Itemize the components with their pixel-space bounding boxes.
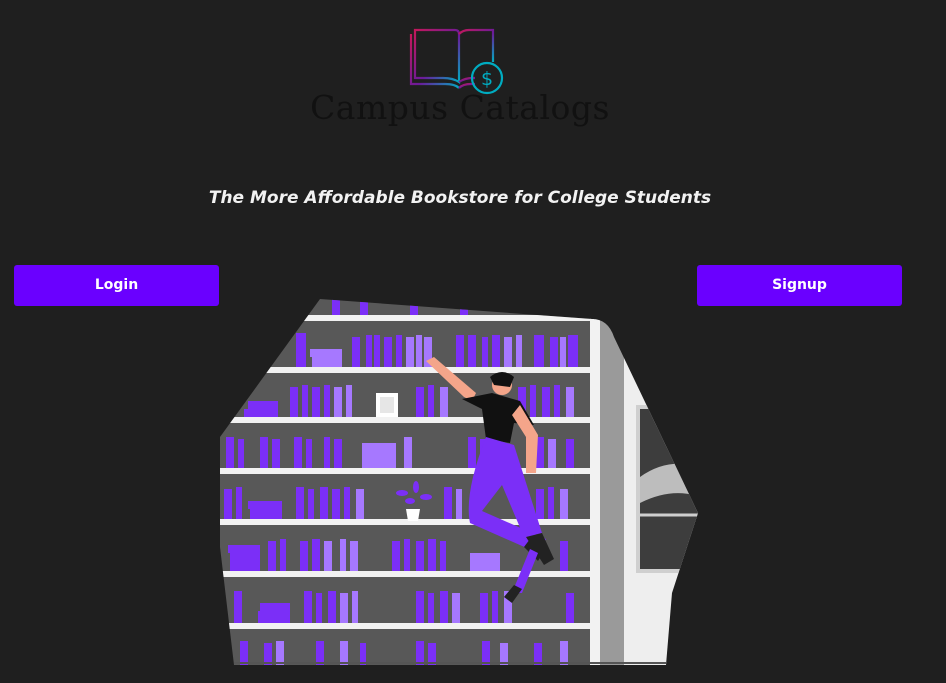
login-button[interactable]: Login: [14, 265, 219, 306]
hero-illustration: [220, 299, 698, 665]
book-dollar-icon: $: [409, 28, 504, 95]
svg-text:$: $: [481, 68, 493, 90]
landing-page: $ Campus Catalogs The More Affordable Bo…: [0, 0, 946, 683]
brand-name: Campus Catalogs: [310, 88, 610, 127]
tagline: The More Affordable Bookstore for Colleg…: [208, 188, 712, 208]
signup-button[interactable]: Signup: [697, 265, 902, 306]
